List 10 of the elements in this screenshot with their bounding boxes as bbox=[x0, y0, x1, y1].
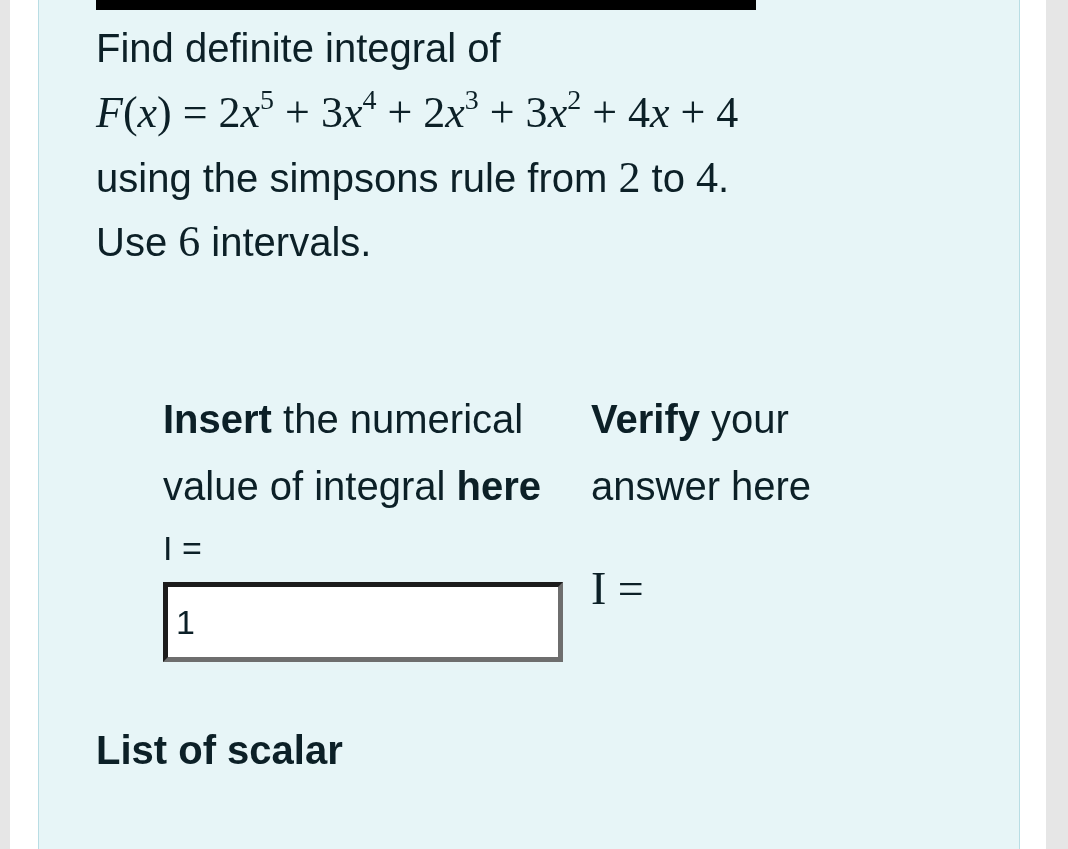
formula-text: F(x) = 2x$^{5}$ + 3x$^{4}$ + 2x$^{3}$ + 3x$^{2}$ + 4x + 4 bbox=[96, 83, 740, 139]
instruction-text: Verify your answer here bbox=[591, 396, 813, 510]
instruction-text: Insert the numerical value of integral here bbox=[163, 396, 542, 510]
problem-text: Find definite integral of bbox=[96, 25, 502, 72]
section-heading: List of scalar bbox=[96, 728, 343, 773]
field-label: I = bbox=[163, 528, 202, 568]
problem-text: Use 6 intervals. bbox=[96, 216, 373, 268]
problem-text: using the simpsons rule from 2 to 4. bbox=[96, 152, 731, 204]
answer-preview: I = bbox=[591, 562, 644, 615]
answer-field[interactable]: 1 bbox=[163, 582, 563, 662]
